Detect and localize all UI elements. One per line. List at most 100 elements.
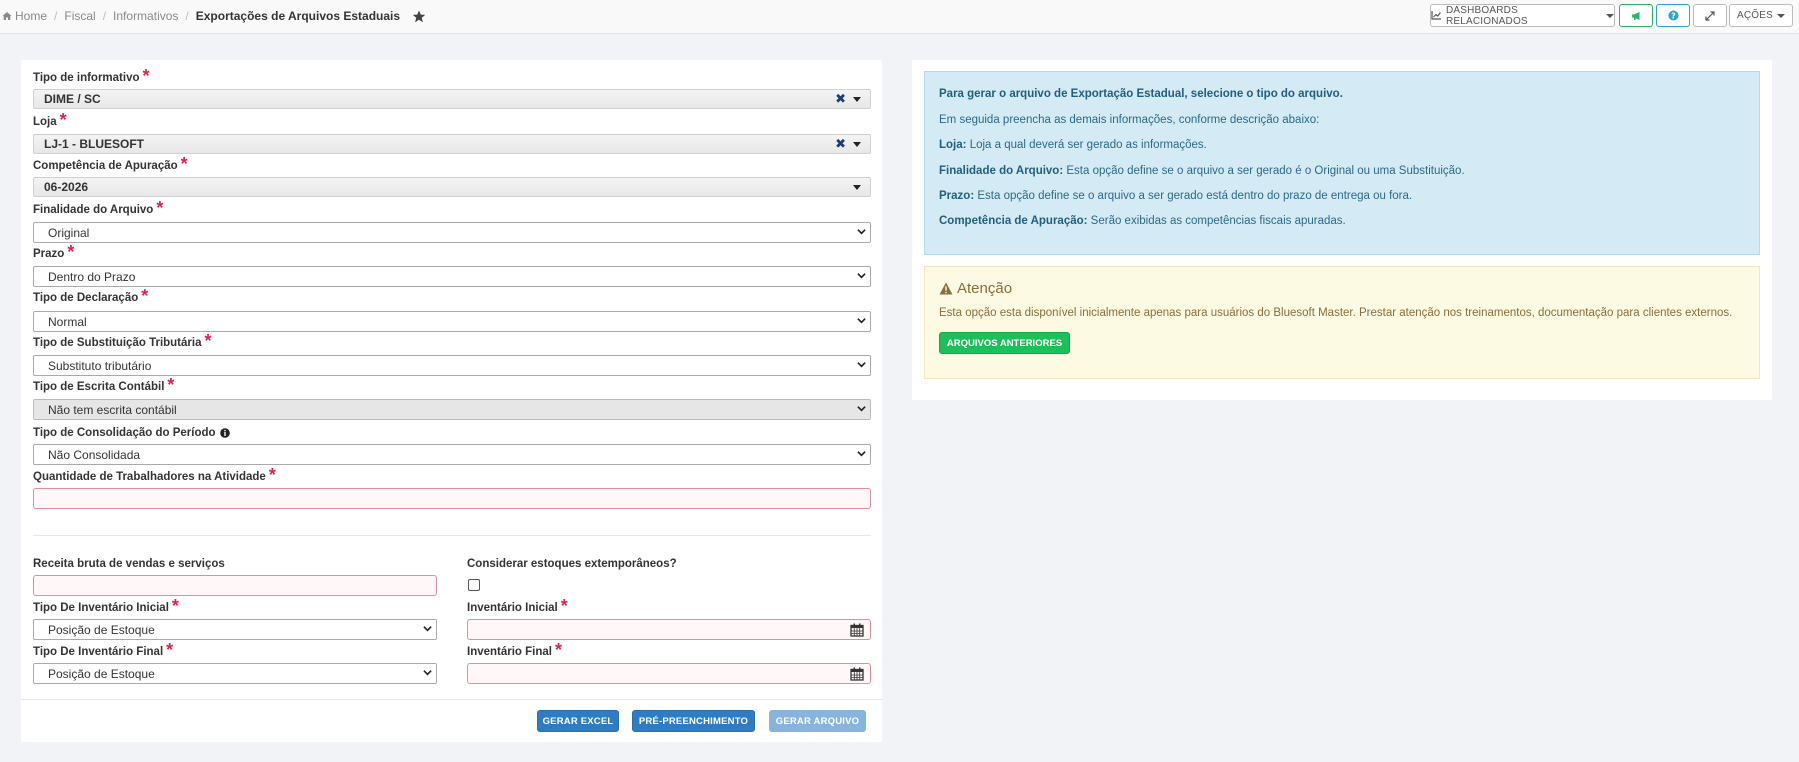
tipo-declaracao-select[interactable]: Normal bbox=[33, 311, 871, 332]
receita-bruta-input[interactable] bbox=[33, 575, 437, 596]
calendar-icon[interactable] bbox=[850, 667, 864, 681]
chevron-down-icon bbox=[423, 670, 432, 676]
footer-divider bbox=[21, 699, 882, 700]
loja-label: Loja * bbox=[33, 109, 67, 130]
loja-value: LJ-1 - BLUESOFT bbox=[44, 137, 145, 151]
tipo-inventario-final-label: Tipo De Inventário Final * bbox=[33, 639, 174, 660]
announcements-button[interactable] bbox=[1619, 4, 1653, 27]
calendar-icon[interactable] bbox=[850, 623, 864, 637]
inventario-inicial-input[interactable] bbox=[467, 619, 871, 640]
loja-select[interactable]: LJ-1 - BLUESOFT ✖ bbox=[33, 134, 871, 154]
info-intro: Em seguida preencha as demais informaçõe… bbox=[939, 114, 1320, 126]
chevron-down-icon bbox=[857, 318, 866, 324]
tipo-consolidacao-value: Não Consolidada bbox=[48, 448, 141, 462]
warning-text: Esta opção esta disponível inicialmente … bbox=[939, 307, 1733, 319]
arquivos-anteriores-button[interactable]: ARQUIVOS ANTERIORES bbox=[939, 332, 1070, 354]
tipo-inventario-inicial-label: Tipo De Inventário Inicial * bbox=[33, 595, 179, 616]
home-icon bbox=[2, 12, 12, 20]
info-title: Para gerar o arquivo de Exportação Estad… bbox=[939, 88, 1343, 100]
clear-icon[interactable]: ✖ bbox=[835, 136, 846, 152]
breadcrumb-informativos[interactable]: Informativos bbox=[113, 9, 178, 23]
finalidade-select[interactable]: Original bbox=[33, 222, 871, 243]
chevron-down-icon bbox=[857, 273, 866, 279]
tipo-consolidacao-select[interactable]: Não Consolidada bbox=[33, 444, 871, 465]
chevron-down-icon bbox=[423, 626, 432, 632]
tipo-declaracao-label: Tipo de Declaração * bbox=[33, 285, 149, 306]
help-button[interactable]: ? bbox=[1656, 4, 1690, 27]
breadcrumb-home[interactable]: Home bbox=[15, 9, 47, 23]
info-loja: Loja: Loja a qual deverá ser gerado as i… bbox=[939, 139, 1207, 151]
top-bar: Home / Fiscal / Informativos / Exportaçõ… bbox=[0, 0, 1799, 34]
tipo-escrita-label: Tipo de Escrita Contábil * bbox=[33, 374, 175, 395]
chart-icon bbox=[1431, 11, 1441, 20]
chevron-down-icon[interactable] bbox=[853, 97, 861, 102]
tipo-substituicao-label: Tipo de Substituição Tributária * bbox=[33, 330, 212, 351]
chevron-down-icon bbox=[1777, 13, 1785, 18]
receita-bruta-label: Receita bruta de vendas e serviços bbox=[33, 558, 225, 570]
info-circle-icon[interactable] bbox=[219, 428, 230, 438]
prazo-select[interactable]: Dentro do Prazo bbox=[33, 266, 871, 287]
section-divider bbox=[33, 535, 871, 536]
pre-preenchimento-button[interactable]: PRÉ-PREENCHIMENTO bbox=[632, 710, 755, 732]
tipo-escrita-value: Não tem escrita contábil bbox=[48, 403, 177, 417]
warning-icon bbox=[939, 282, 953, 295]
qtd-trabalhadores-input[interactable] bbox=[33, 488, 871, 509]
chevron-down-icon bbox=[857, 362, 866, 368]
prazo-label: Prazo * bbox=[33, 241, 75, 262]
tipo-declaracao-value: Normal bbox=[48, 315, 87, 329]
warning-box: Atenção Esta opção esta disponível inici… bbox=[924, 266, 1760, 379]
tipo-substituicao-value: Substituto tributário bbox=[48, 359, 152, 373]
breadcrumb-current: Exportações de Arquivos Estaduais bbox=[195, 9, 401, 23]
tipo-inventario-inicial-select[interactable]: Posição de Estoque bbox=[33, 619, 437, 640]
question-circle-icon: ? bbox=[1668, 10, 1678, 21]
tipo-inventario-final-value: Posição de Estoque bbox=[48, 667, 155, 681]
breadcrumb-fiscal[interactable]: Fiscal bbox=[64, 9, 95, 23]
tipo-informativo-label: Tipo de informativo * bbox=[33, 65, 150, 86]
info-box: Para gerar o arquivo de Exportação Estad… bbox=[924, 71, 1760, 255]
breadcrumb-separator: / bbox=[185, 9, 189, 23]
breadcrumb-separator: / bbox=[54, 9, 58, 23]
warning-title: Atenção bbox=[939, 280, 1012, 297]
dashboards-relacionados-button[interactable]: DASHBOARDS RELACIONADOS bbox=[1430, 4, 1615, 27]
chevron-down-icon bbox=[1606, 13, 1614, 18]
inventario-final-input[interactable] bbox=[467, 663, 871, 684]
inventario-inicial-label: Inventário Inicial * bbox=[467, 595, 568, 616]
tipo-informativo-select[interactable]: DIME / SC ✖ bbox=[33, 89, 871, 109]
tipo-inventario-inicial-value: Posição de Estoque bbox=[48, 623, 155, 637]
finalidade-label: Finalidade do Arquivo * bbox=[33, 197, 164, 218]
clear-icon[interactable]: ✖ bbox=[835, 91, 846, 107]
finalidade-value: Original bbox=[48, 226, 90, 240]
bullhorn-icon bbox=[1631, 11, 1639, 20]
chevron-down-icon bbox=[857, 406, 866, 412]
prazo-value: Dentro do Prazo bbox=[48, 270, 136, 284]
considerar-estoques-checkbox[interactable] bbox=[468, 579, 480, 591]
competencia-value: 06-2026 bbox=[44, 180, 89, 194]
favorite-star-icon[interactable] bbox=[412, 10, 426, 23]
qtd-trabalhadores-label: Quantidade de Trabalhadores na Atividade… bbox=[33, 464, 276, 485]
info-competencia: Competência de Apuração: Serão exibidas … bbox=[939, 215, 1346, 227]
info-prazo: Prazo: Esta opção define se o arquivo a … bbox=[939, 190, 1413, 202]
chevron-down-icon[interactable] bbox=[853, 142, 861, 147]
acoes-label: AÇÕES bbox=[1736, 10, 1773, 21]
expand-icon bbox=[1705, 10, 1715, 21]
tipo-escrita-select: Não tem escrita contábil bbox=[33, 399, 871, 420]
chevron-down-icon bbox=[857, 229, 866, 235]
gerar-excel-button[interactable]: GERAR EXCEL bbox=[537, 710, 619, 732]
acoes-button[interactable]: AÇÕES bbox=[1729, 4, 1793, 27]
fullscreen-button[interactable] bbox=[1693, 4, 1727, 27]
competencia-label: Competência de Apuração * bbox=[33, 153, 188, 174]
tipo-substituicao-select[interactable]: Substituto tributário bbox=[33, 355, 871, 376]
chevron-down-icon bbox=[857, 451, 866, 457]
competencia-select[interactable]: 06-2026 bbox=[33, 177, 871, 197]
gerar-arquivo-button: GERAR ARQUIVO bbox=[769, 710, 866, 732]
tipo-consolidacao-label: Tipo de Consolidação do Período bbox=[33, 427, 230, 439]
chevron-down-icon[interactable] bbox=[853, 185, 861, 190]
tipo-informativo-value: DIME / SC bbox=[44, 92, 101, 106]
tipo-inventario-final-select[interactable]: Posição de Estoque bbox=[33, 663, 437, 684]
dashboards-label: DASHBOARDS RELACIONADOS bbox=[1445, 4, 1528, 27]
info-finalidade: Finalidade do Arquivo: Esta opção define… bbox=[939, 165, 1465, 177]
considerar-estoques-label: Considerar estoques extemporâneos? bbox=[467, 558, 677, 570]
breadcrumb-separator: / bbox=[102, 9, 107, 23]
breadcrumb: Home / Fiscal / Informativos / Exportaçõ… bbox=[2, 9, 426, 23]
svg-text:?: ? bbox=[1671, 12, 1676, 21]
